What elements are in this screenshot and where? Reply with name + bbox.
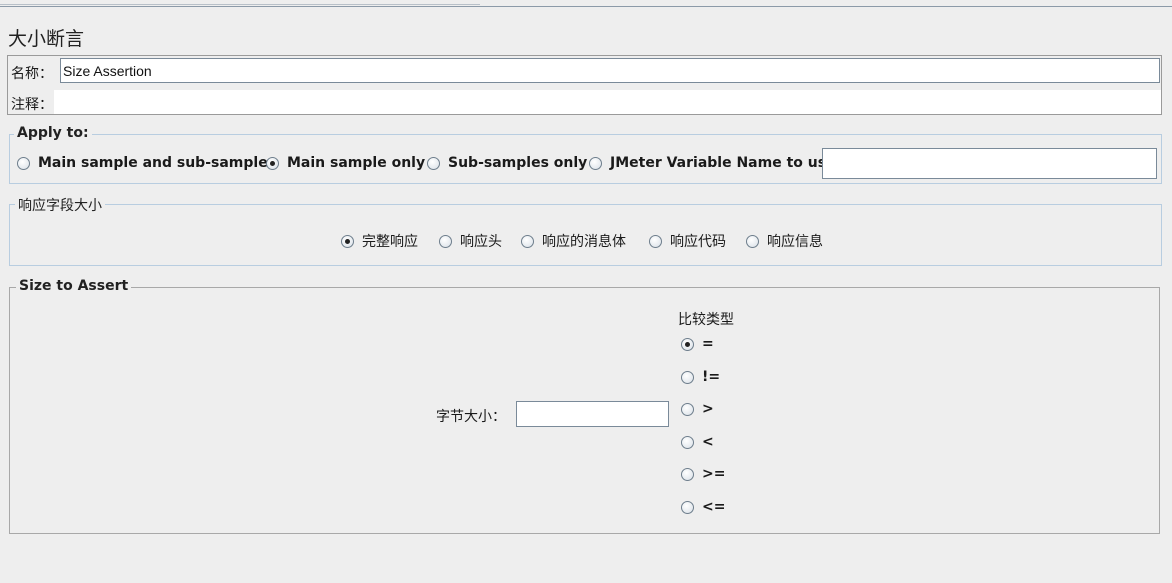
page-title: 大小断言 [8,28,85,50]
radio-indicator[interactable] [17,156,30,170]
apply-to-legend: Apply to: [14,125,92,141]
radio-op-equal[interactable]: = [681,336,714,352]
radio-label: >= [702,466,726,482]
radio-indicator[interactable] [681,467,694,481]
radio-op-less[interactable]: < [681,434,714,450]
radio-main-sample-only[interactable]: Main sample only [266,155,425,171]
radio-indicator[interactable] [681,500,694,514]
radio-op-greater[interactable]: > [681,401,714,417]
radio-jmeter-variable[interactable]: JMeter Variable Name to use [589,155,836,171]
radio-indicator[interactable] [746,234,759,248]
jmeter-variable-input[interactable] [822,148,1157,179]
name-input[interactable] [60,58,1160,83]
radio-label: 响应的消息体 [542,234,626,250]
radio-label: 响应信息 [767,234,823,250]
radio-indicator[interactable] [427,156,440,170]
radio-response-headers[interactable]: 响应头 [439,231,502,251]
name-label: 名称： [11,66,53,82]
radio-response-code[interactable]: 响应代码 [649,231,726,251]
radio-main-and-sub-samples[interactable]: Main sample and sub-samples [17,155,276,171]
radio-op-greater-equal[interactable]: >= [681,466,725,482]
size-to-assert-legend: Size to Assert [16,278,132,294]
radio-label: 响应代码 [670,234,726,250]
radio-indicator-checked[interactable] [681,337,694,351]
radio-indicator[interactable] [681,370,694,384]
radio-label: != [702,369,721,385]
radio-label: = [702,336,714,352]
response-field-legend: 响应字段大小 [15,195,105,215]
comment-label: 注释： [11,97,53,113]
radio-sub-samples-only[interactable]: Sub-samples only [427,155,587,171]
radio-response-body[interactable]: 响应的消息体 [521,231,626,251]
size-input[interactable] [516,401,669,427]
radio-label: <= [702,499,726,515]
radio-label: Main sample only [287,155,426,171]
radio-label: Sub-samples only [448,155,588,171]
radio-indicator[interactable] [649,234,662,248]
radio-full-response[interactable]: 完整响应 [341,231,418,251]
radio-label: Main sample and sub-samples [38,155,277,171]
top-tab-strip [0,0,480,5]
radio-label: 完整响应 [362,234,418,250]
radio-indicator[interactable] [439,234,452,248]
comment-input[interactable] [54,90,1161,114]
radio-indicator[interactable] [681,435,694,449]
radio-response-message[interactable]: 响应信息 [746,231,823,251]
radio-op-less-equal[interactable]: <= [681,499,725,515]
radio-indicator[interactable] [681,402,694,416]
radio-label: JMeter Variable Name to use [610,155,836,171]
comparison-type-title: 比较类型 [678,312,734,328]
size-label: 字节大小： [436,409,506,425]
radio-label: < [702,434,714,450]
radio-indicator[interactable] [521,234,534,248]
radio-indicator[interactable] [589,156,602,170]
radio-label: 响应头 [460,234,502,250]
radio-op-not-equal[interactable]: != [681,369,720,385]
radio-label: > [702,401,714,417]
radio-indicator-checked[interactable] [266,156,279,170]
radio-indicator-checked[interactable] [341,234,354,248]
